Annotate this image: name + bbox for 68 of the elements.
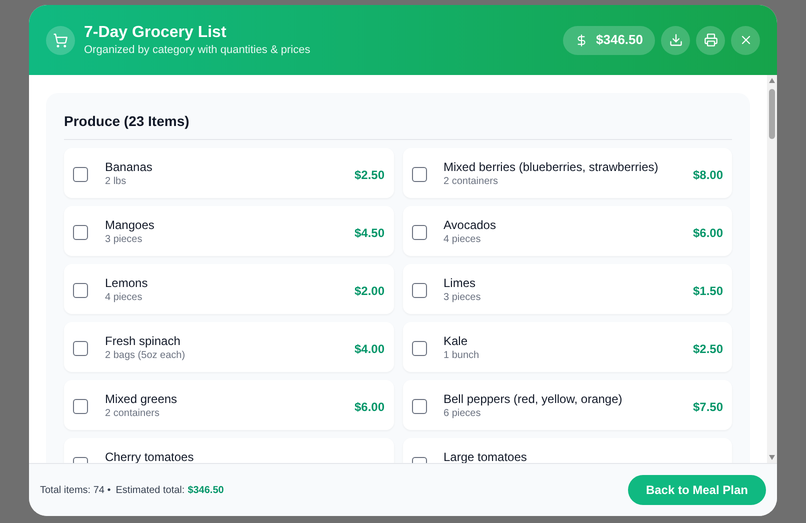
checkbox[interactable] [412, 167, 426, 182]
total-amount: $346.50 [596, 31, 643, 50]
scroll-up-icon[interactable] [769, 78, 775, 83]
checkbox[interactable] [412, 283, 426, 298]
download-icon [668, 33, 682, 47]
item-price: $6.00 [354, 399, 384, 416]
printer-icon [704, 33, 718, 47]
dialog-subtitle: Organized by category with quantities & prices [84, 42, 310, 58]
grocery-item[interactable]: Mixed berries (blueberries, strawberries) 2 containers $8.00 [402, 148, 732, 198]
item-name: Fresh spinach [105, 333, 182, 349]
item-name: Mixed berries (blueberries, strawberries) [444, 159, 658, 175]
item-quantity: 2 containers [444, 175, 499, 189]
scroll-down-icon[interactable] [769, 455, 775, 460]
close-button[interactable] [731, 26, 760, 54]
item-quantity: 4 pieces [105, 291, 144, 305]
checkbox[interactable] [73, 225, 88, 240]
item-price: $4.50 [354, 225, 384, 242]
item-name: Bell peppers (red, yellow, orange) [444, 391, 622, 407]
estimated-total-value: $346.50 [188, 484, 224, 498]
dollar-icon [575, 34, 588, 46]
grocery-item[interactable]: Fresh spinach 2 bags (5oz each) $4.00 [64, 322, 394, 372]
item-price: $2.50 [692, 341, 723, 358]
download-button[interactable] [661, 26, 690, 54]
item-price: $2.00 [354, 283, 384, 300]
scrollbar-thumb[interactable] [769, 89, 775, 139]
grocery-item[interactable]: Kale 1 bunch $2.50 [402, 322, 732, 372]
checkbox[interactable] [73, 399, 88, 414]
item-price: $7.50 [692, 399, 723, 416]
item-price: $8.00 [692, 167, 723, 184]
item-name: Mixed greens [105, 391, 178, 407]
item-price: $4.00 [354, 341, 384, 358]
checkbox[interactable] [73, 283, 88, 298]
item-name: Bananas [105, 159, 152, 175]
estimated-total-label: Estimated total: [116, 484, 185, 498]
item-price: $2.50 [354, 167, 384, 184]
grocery-item[interactable]: Bell peppers (red, yellow, orange) 6 pieces $7.50 [402, 380, 732, 430]
item-name: Lemons [105, 275, 148, 291]
item-name: Kale [444, 333, 469, 349]
item-quantity: 3 pieces [444, 291, 481, 305]
checkbox[interactable] [412, 341, 426, 356]
item-quantity: 6 pieces [444, 407, 482, 421]
print-button[interactable] [696, 26, 725, 54]
grocery-item[interactable]: Limes 3 pieces $1.50 [402, 264, 732, 314]
grocery-item[interactable]: Bananas 2 lbs $2.50 [64, 148, 394, 198]
item-quantity: 2 bags (5oz each) [105, 349, 186, 363]
item-name: Mangoes [105, 217, 154, 233]
item-quantity: 2 containers [105, 407, 160, 421]
grocery-item[interactable]: Mixed greens 2 containers $6.00 [64, 380, 394, 430]
item-quantity: 1 bunch [444, 349, 480, 363]
category-title: Produce (23 Items) [64, 113, 190, 129]
scrollbar[interactable] [767, 75, 777, 463]
grocery-item[interactable]: Lemons 4 pieces $2.00 [64, 264, 394, 314]
checkbox[interactable] [412, 399, 426, 414]
item-name: Limes [444, 275, 477, 291]
item-price: $1.50 [692, 283, 723, 300]
item-name: Avocados [444, 217, 496, 233]
grocery-item[interactable]: Avocados 4 pieces $6.00 [402, 206, 732, 256]
checkbox[interactable] [73, 341, 88, 356]
checkbox[interactable] [73, 167, 88, 182]
grocery-item[interactable]: Mangoes 3 pieces $4.50 [64, 206, 394, 256]
total-items-text: Total items: 74 • [40, 484, 111, 498]
item-quantity: 2 lbs [105, 175, 128, 189]
checkbox[interactable] [412, 225, 426, 240]
item-quantity: 3 pieces [105, 233, 144, 247]
item-price: $6.00 [692, 225, 723, 242]
item-quantity: 4 pieces [444, 233, 482, 247]
cart-icon [46, 26, 75, 54]
dialog-title: 7-Day Grocery List [84, 22, 228, 42]
